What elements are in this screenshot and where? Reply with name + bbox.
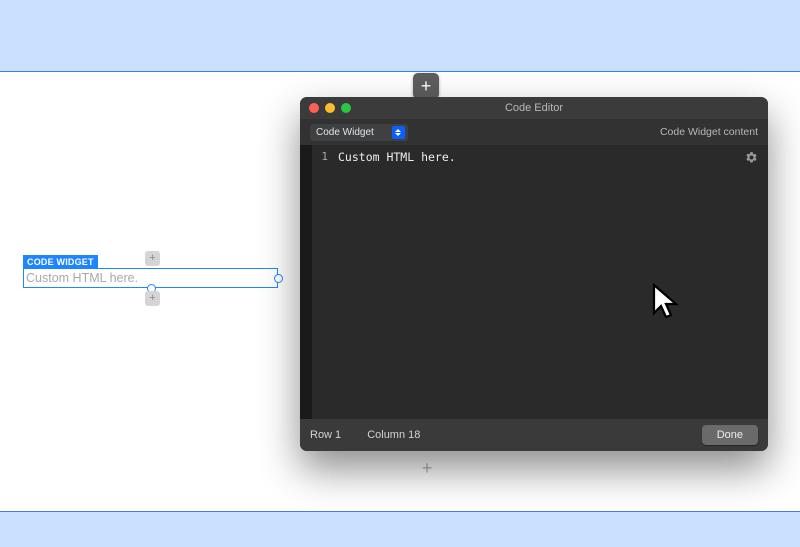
plus-icon: + — [422, 459, 433, 477]
done-button-label: Done — [717, 429, 743, 441]
insert-row-button-top[interactable]: + — [413, 73, 439, 99]
plus-icon: + — [421, 77, 432, 95]
code-content: Custom HTML here. — [338, 150, 456, 164]
add-after-button[interactable]: + — [145, 291, 160, 306]
add-before-button[interactable]: + — [145, 251, 160, 266]
line-number-gutter: 1 — [312, 145, 332, 419]
minimize-icon[interactable] — [325, 103, 335, 113]
window-titlebar[interactable]: Code Editor — [300, 97, 768, 119]
code-area[interactable]: 1 Custom HTML here. — [300, 145, 768, 419]
widget-select-dropdown[interactable]: Code Widget — [310, 124, 408, 141]
breakpoint-gutter[interactable] — [300, 145, 312, 419]
window-title: Code Editor — [300, 102, 768, 114]
canvas-band-top — [0, 0, 800, 72]
traffic-lights — [309, 103, 351, 113]
insert-row-button-bottom[interactable]: + — [416, 457, 438, 479]
done-button[interactable]: Done — [702, 425, 758, 445]
design-canvas[interactable]: + + CODE WIDGET Custom HTML here. + + Co… — [0, 0, 800, 547]
line-number: 1 — [321, 150, 328, 163]
plus-icon: + — [149, 293, 155, 304]
zoom-icon[interactable] — [341, 103, 351, 113]
plus-icon: + — [149, 253, 155, 264]
toolbar-context-label: Code Widget content — [660, 126, 758, 138]
editor-statusbar: Row 1 Column 18 Done — [300, 419, 768, 451]
code-text-area[interactable]: Custom HTML here. — [332, 145, 768, 419]
status-column: Column 18 — [367, 429, 420, 441]
chevron-updown-icon — [392, 126, 405, 139]
resize-handle-right[interactable] — [274, 274, 283, 283]
gear-icon[interactable] — [745, 151, 758, 168]
selection-label: CODE WIDGET — [23, 255, 98, 268]
editor-toolbar: Code Widget Code Widget content — [300, 119, 768, 145]
canvas-band-bottom — [0, 511, 800, 547]
status-row: Row 1 — [310, 429, 341, 441]
code-editor-window[interactable]: Code Editor Code Widget Code Widget cont… — [300, 97, 768, 451]
dropdown-selected-label: Code Widget — [316, 127, 374, 138]
close-icon[interactable] — [309, 103, 319, 113]
code-widget-text: Custom HTML here. — [26, 271, 138, 285]
